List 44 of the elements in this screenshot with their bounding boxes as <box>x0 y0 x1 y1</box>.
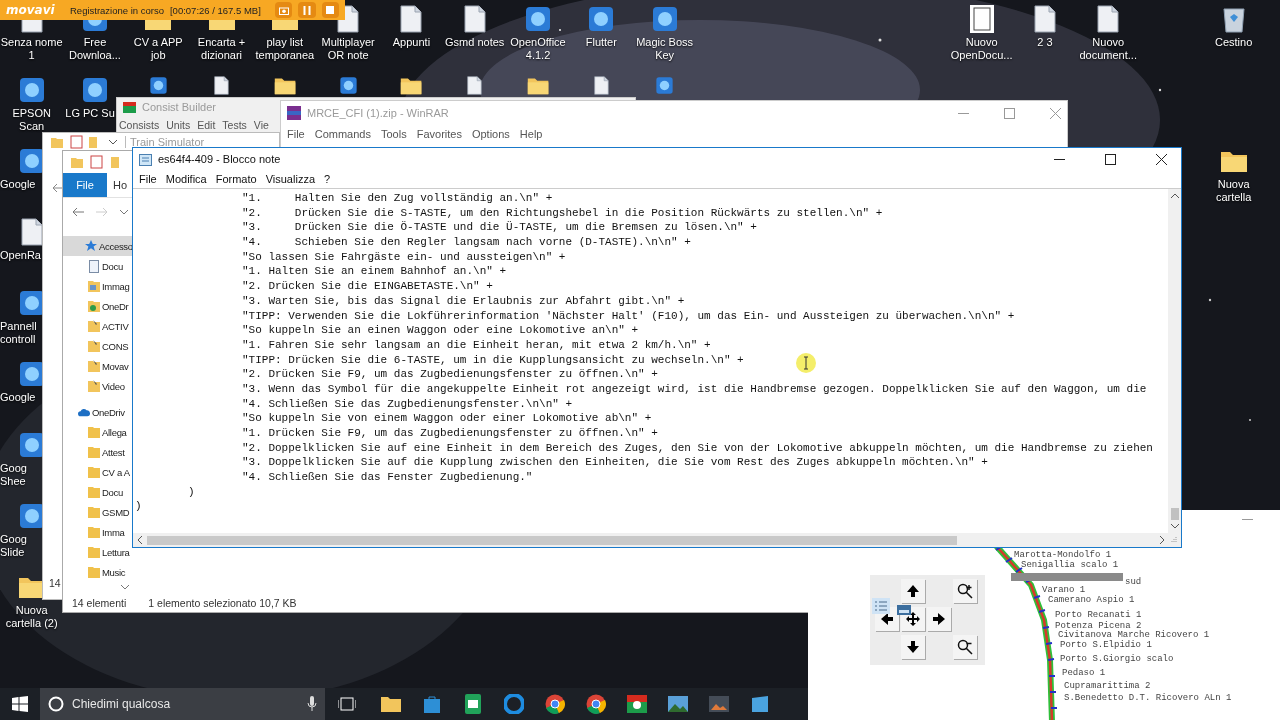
station-label: Varano 1 <box>1042 586 1086 595</box>
station-label: Porto Recanati 1 <box>1055 611 1142 620</box>
code-line: "3. Wenn das Symbol für die angekuppelte Einheit rot angezeigt wird, ist die Handbremse gezogen. Doppelklicken Sie auf den Waggon, um die <box>242 382 1147 395</box>
status-text: 1 elemento selezionato 10,7 KB <box>148 597 297 609</box>
logo: movavi <box>6 3 56 17</box>
station-label: Pedaso 1 <box>1062 669 1106 678</box>
code-line: "So kuppeln Sie von einem Waggon oder einer Lokomotive ab\n" + <box>242 412 652 425</box>
station-label: Senigallia scalo 1 <box>1021 561 1119 570</box>
status-text: 14 <box>48 577 61 591</box>
code-line: ) <box>135 500 142 513</box>
code-line: "TIPP: Drücken Sie die 6-TASTE, um in die Kupplungsansicht zu wechseln.\n" + <box>242 353 744 366</box>
code-line: "1. Halten Sie den Zug vollständig an.\n" + <box>242 192 553 204</box>
status-text: 14 elementi <box>72 597 127 609</box>
station-label: Cupramarittima 2 <box>1064 682 1151 691</box>
code-line: "3. Drücken Sie die Ö-TASTE und die Ü-TASTE, um die Bremsen zu lösen.\n" + <box>242 221 757 234</box>
window-title: es64f4-409 - Blocco note <box>158 153 281 165</box>
code-line: "4. Schließen Sie das Zugbedienungsfenster.\n\n" + <box>242 397 573 410</box>
station-label: Camerano Aspio 1 <box>1048 596 1135 605</box>
code-line: "3. Doppelklicken Sie auf die Kupplung zwischen den Einheiten, die Sie vom Rest des Zuges abkuppeln möchten.\n" + <box>242 456 988 469</box>
code-line: "So kuppeln Sie an einen Waggon oder eine Lokomotive an\n" + <box>242 324 639 337</box>
window-title: Consist Builder <box>142 101 216 113</box>
recording-time: [00:07:26 / 167.5 MB] <box>170 4 261 16</box>
station-label: Civitanova Marche Ricovero 1 <box>1058 631 1210 640</box>
station-label: Potenza Picena 2 <box>1055 622 1142 631</box>
code-line: "4. Schieben Sie den Regler langsam nach vorne (D-TASTE).\n\n" + <box>242 236 691 249</box>
code-line: "1. Drücken Sie F9, um das Zugbedienungsfenster zu öffnen.\n" + <box>242 427 658 439</box>
station-label: Porto S.Giorgio scalo <box>1060 655 1174 664</box>
code-line: "3. Warten Sie, bis das Signal die Erlaubnis zur Abfahrt gibt.\n" + <box>242 294 685 307</box>
window-title: MRCE_CFI (1).zip - WinRAR <box>307 107 449 119</box>
code-line: "TIPP: Verwenden Sie die Lokführerinformation 'Nächster Halt' (F10), um das Ein- und Aussteigen zu überwachen.\n\n" + <box>242 309 1015 322</box>
station-label: sud <box>1125 578 1142 587</box>
code-line: "2. Drücken Sie die S-TASTE, um den Richtungshebel in die Position Rückwärts zu stellen.\n" + <box>242 206 883 219</box>
recording-status: Registrazione in corso <box>70 4 164 16</box>
code-line: "1. Halten Sie an einem Bahnhof an.\n" + <box>242 265 507 278</box>
station-label: Marotta-Mondolfo 1 <box>1014 551 1112 560</box>
station-label: Porto S.Elpidio 1 <box>1060 641 1152 650</box>
code-line: "2. Drücken Sie die EINGABETASTE.\n" + <box>242 280 493 293</box>
code-line: ) <box>188 485 195 498</box>
code-line: "2. Doppelklicken Sie auf eine Einheit in dem Bereich des Zuges, den Sie von der Lokomotive abkuppeln möchten, um die Handbremse zu ziehen <box>242 441 1153 454</box>
code-line: "So lassen Sie Fahrgäste ein- und aussteigen\n" + <box>242 250 566 263</box>
code-line: "1. Fahren Sie sehr langsam an die Einheit heran, mit etwa 2 km/h.\n" + <box>242 338 711 351</box>
code-line: "2. Drücken Sie F9, um das Zugbedienungsfenster zu öffnen.\n" + <box>242 368 658 381</box>
station-label: S.Benedetto D.T. Ricovero ALn 1 <box>1064 694 1232 703</box>
code-line: "4. Schließen Sie das Fenster Zugbedienung." <box>242 471 533 484</box>
